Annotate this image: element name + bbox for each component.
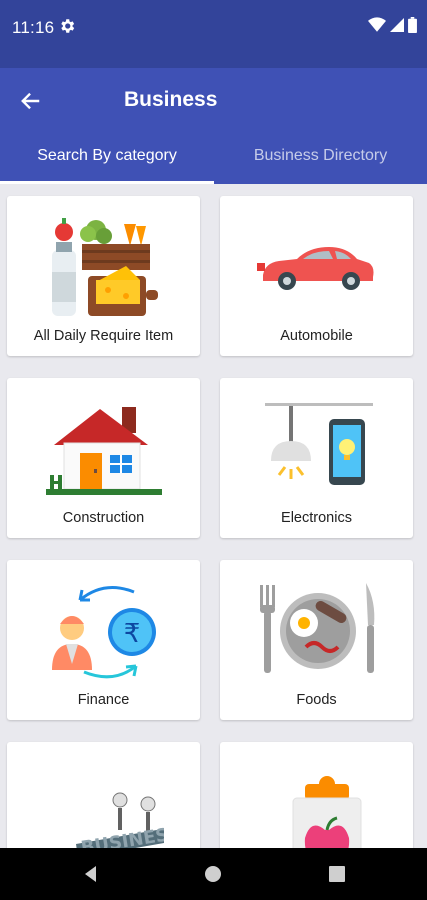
- category-card-business[interactable]: BUSINESS: [7, 742, 200, 848]
- home-icon[interactable]: [202, 863, 224, 885]
- category-card-health[interactable]: [220, 742, 413, 848]
- status-time: 11:16: [12, 18, 55, 37]
- category-grid: All Daily Require Item Automobile Constr…: [0, 184, 427, 848]
- category-label: All Daily Require Item: [33, 328, 174, 344]
- category-card-electronics[interactable]: Electronics: [220, 378, 413, 538]
- wifi-icon: [368, 17, 386, 32]
- house-icon: [7, 390, 200, 508]
- arrow-left-icon: [21, 92, 40, 110]
- signal-icon: [390, 18, 404, 32]
- category-card-automobile[interactable]: Automobile: [220, 196, 413, 356]
- status-bar: 11:16: [0, 0, 427, 68]
- tab-search-by-category[interactable]: Search By category: [0, 140, 214, 184]
- category-card-construction[interactable]: Construction: [7, 378, 200, 538]
- tab-business-directory[interactable]: Business Directory: [214, 140, 427, 184]
- category-label: Finance: [77, 692, 130, 708]
- settings-icon: [61, 19, 75, 33]
- car-icon: [220, 208, 413, 326]
- category-label: Automobile: [280, 328, 353, 344]
- system-navigation-bar: [0, 848, 427, 900]
- page-title: Business: [124, 88, 218, 111]
- recents-icon[interactable]: [326, 863, 348, 885]
- category-card-finance[interactable]: ₹ Finance: [7, 560, 200, 720]
- status-icons: [368, 17, 417, 33]
- battery-icon: [408, 17, 417, 33]
- business-icon: BUSINESS: [7, 754, 200, 848]
- health-icon: [220, 754, 413, 848]
- category-label: Foods: [296, 692, 337, 708]
- plate-icon: [220, 572, 413, 690]
- finance-icon: ₹: [7, 572, 200, 690]
- lamp-phone-icon: [220, 390, 413, 508]
- category-card-foods[interactable]: Foods: [220, 560, 413, 720]
- groceries-icon: [7, 208, 200, 326]
- svg-text:₹: ₹: [123, 619, 140, 649]
- back-button[interactable]: [16, 86, 46, 116]
- category-label: Construction: [62, 510, 145, 526]
- category-label: Electronics: [281, 510, 352, 526]
- app-bar: Business Search By category Business Dir…: [0, 68, 427, 184]
- category-card-daily-items[interactable]: All Daily Require Item: [7, 196, 200, 356]
- back-icon[interactable]: [80, 863, 102, 885]
